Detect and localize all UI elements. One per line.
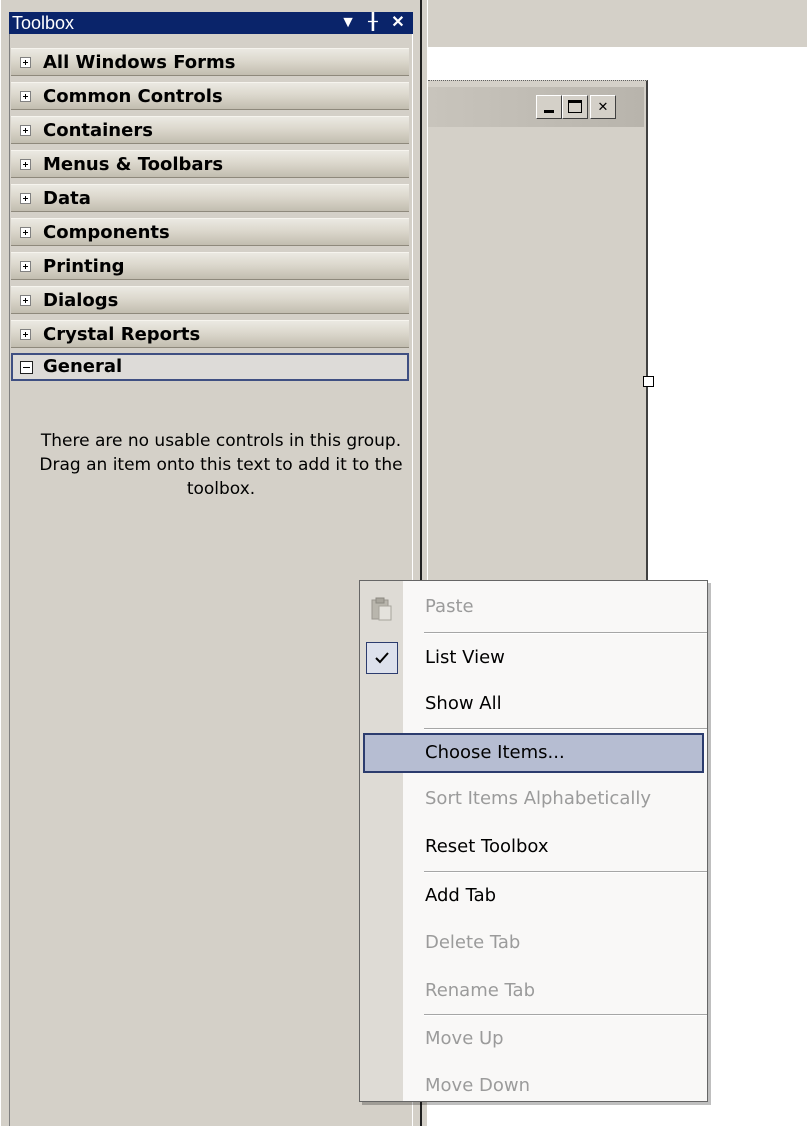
toolbox-context-menu: Paste List View Show All Choose Items...… [359,580,708,1102]
minimize-icon [536,95,562,119]
toolbox-panel: Toolbox ▼ ╂ ✕ All Windows Forms Common C… [0,0,420,1126]
menu-item-label: List View [425,647,505,668]
tab-label: Common Controls [43,86,223,107]
menu-separator [424,728,707,730]
tab-label: Menus & Toolbars [43,154,224,175]
form-resize-handle[interactable] [643,376,654,387]
expand-plus-icon[interactable] [20,57,31,68]
tab-common-controls[interactable]: Common Controls [11,82,409,110]
tab-printing[interactable]: Printing [11,252,409,280]
menu-item-delete-tab[interactable]: Delete Tab [360,923,707,963]
menu-item-move-down[interactable]: Move Down [360,1066,707,1106]
expand-plus-icon[interactable] [20,261,31,272]
auto-hide-pin-icon[interactable]: ╂ [362,12,384,34]
tab-label: Printing [43,256,125,277]
menu-item-label: Choose Items... [425,742,565,763]
menu-item-label: Reset Toolbox [425,836,549,857]
menu-item-paste[interactable]: Paste [360,587,707,627]
menu-item-label: Move Up [425,1028,504,1049]
expand-plus-icon[interactable] [20,125,31,136]
window-position-dropdown-icon[interactable]: ▼ [337,12,359,34]
close-icon: ✕ [590,95,616,119]
form-preview[interactable]: ✕ [428,80,648,600]
tab-data[interactable]: Data [11,184,409,212]
tab-crystal-reports[interactable]: Crystal Reports [11,320,409,348]
tab-label: Containers [43,120,153,141]
menu-item-label: Paste [425,596,474,617]
menu-item-move-up[interactable]: Move Up [360,1019,707,1059]
tab-containers[interactable]: Containers [11,116,409,144]
menu-separator [424,632,707,634]
menu-item-label: Add Tab [425,885,497,906]
menu-item-add-tab[interactable]: Add Tab [360,876,707,916]
tab-label: General [43,356,123,377]
menu-separator [424,1014,707,1016]
tab-components[interactable]: Components [11,218,409,246]
tab-label: Components [43,222,170,243]
tab-general[interactable]: General [11,353,409,381]
tab-all-windows-forms[interactable]: All Windows Forms [11,48,409,76]
menu-item-choose-items[interactable]: Choose Items... [363,733,704,773]
menu-separator [424,871,707,873]
menu-item-show-all[interactable]: Show All [360,684,707,724]
document-tab-strip [428,0,807,48]
paste-icon [371,597,392,621]
toolbox-title: Toolbox [12,13,75,33]
menu-item-label: Sort Items Alphabetically [425,788,652,809]
collapse-minus-icon[interactable] [20,361,33,374]
expand-plus-icon[interactable] [20,193,31,204]
tab-menus-toolbars[interactable]: Menus & Toolbars [11,150,409,178]
tab-label: Crystal Reports [43,324,201,345]
empty-group-message[interactable]: There are no usable controls in this gro… [31,429,411,501]
tab-label: Data [43,188,91,209]
menu-item-sort-alphabetically[interactable]: Sort Items Alphabetically [360,779,707,819]
maximize-icon [562,95,588,119]
menu-item-list-view[interactable]: List View [360,638,707,678]
close-toolbox-icon[interactable]: ✕ [387,12,409,34]
menu-item-reset-toolbox[interactable]: Reset Toolbox [360,827,707,867]
menu-item-label: Move Down [425,1075,530,1096]
checkmark-icon [366,642,398,674]
menu-item-label: Delete Tab [425,932,521,953]
expand-plus-icon[interactable] [20,329,31,340]
toolbox-title-bar: Toolbox ▼ ╂ ✕ [9,12,413,34]
tab-dialogs[interactable]: Dialogs [11,286,409,314]
expand-plus-icon[interactable] [20,295,31,306]
menu-item-label: Rename Tab [425,980,536,1001]
menu-item-rename-tab[interactable]: Rename Tab [360,971,707,1011]
tab-label: All Windows Forms [43,52,236,73]
expand-plus-icon[interactable] [20,91,31,102]
menu-item-label: Show All [425,693,502,714]
tab-label: Dialogs [43,290,119,311]
expand-plus-icon[interactable] [20,227,31,238]
expand-plus-icon[interactable] [20,159,31,170]
